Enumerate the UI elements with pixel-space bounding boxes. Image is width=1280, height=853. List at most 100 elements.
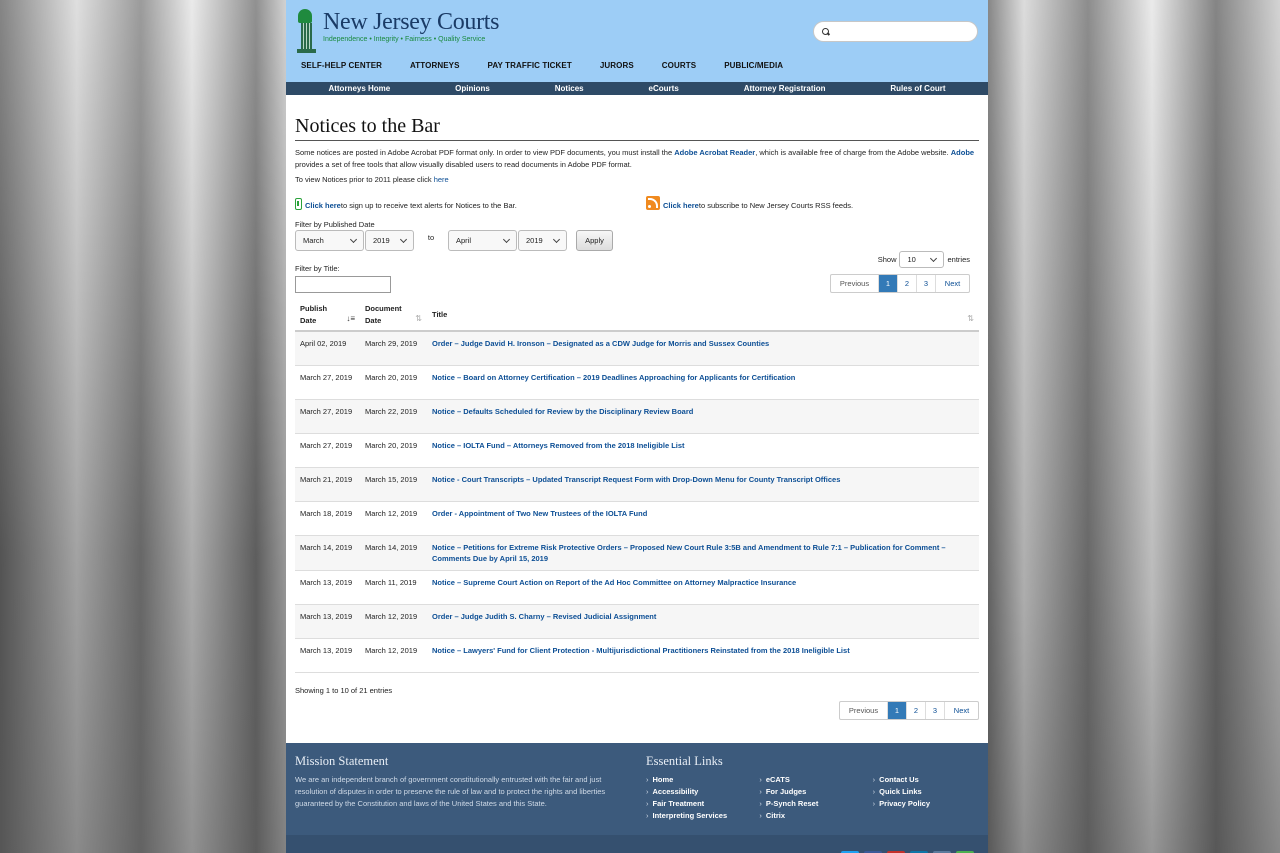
column-publish-date[interactable]: Publish Date ↓≡ (295, 299, 360, 332)
next-page-button[interactable]: Next (945, 702, 978, 719)
page-3-button[interactable]: 3 (917, 275, 936, 292)
chevron-down-icon (930, 254, 938, 262)
rss-link[interactable]: Click here (663, 201, 699, 210)
from-year-select[interactable]: 2019 (365, 230, 414, 251)
footer-link-accessibility[interactable]: Accessibility (646, 786, 759, 798)
footer-link-for-judges[interactable]: For Judges (759, 786, 872, 798)
table-row: March 13, 2019 March 11, 2019 Notice – S… (295, 570, 979, 605)
nav-jurors[interactable]: JURORS (600, 61, 634, 70)
document-date-cell: March 12, 2019 (360, 604, 427, 639)
publish-date-cell: March 18, 2019 (295, 501, 360, 536)
background-pillars-right (988, 0, 1280, 853)
notice-title-link[interactable]: Notice – Board on Attorney Certification… (432, 373, 795, 382)
entries-per-page-select[interactable]: 10 (899, 251, 945, 268)
notice-title-link[interactable]: Order - Appointment of Two New Trustees … (432, 509, 647, 518)
publish-date-cell: April 02, 2019 (295, 331, 360, 366)
nav-courts[interactable]: COURTS (662, 61, 696, 70)
footer-bottom-bar (286, 835, 988, 853)
to-label: to (427, 233, 435, 242)
footer-link-home[interactable]: Home (646, 774, 759, 786)
notice-title-link[interactable]: Notice - Court Transcripts – Updated Tra… (432, 475, 840, 484)
publish-date-cell: March 27, 2019 (295, 365, 360, 400)
from-year-value: 2019 (373, 236, 390, 245)
entries-label: entries (947, 255, 970, 264)
footer-link-fair-treatment[interactable]: Fair Treatment (646, 798, 759, 810)
notice-title-link[interactable]: Notice – Lawyers' Fund for Client Protec… (432, 646, 850, 655)
nav-self-help-center[interactable]: SELF-HELP CENTER (301, 61, 382, 70)
search-icon[interactable] (822, 27, 830, 36)
column-document-date[interactable]: Document Date ⇅ (360, 299, 427, 332)
sort-descending-icon: ↓≡ (346, 314, 355, 323)
subnav-opinions[interactable]: Opinions (455, 84, 490, 93)
notice-title-link[interactable]: Order – Judge David H. Ironson – Designa… (432, 339, 769, 348)
text-alerts-link[interactable]: Click here (305, 201, 341, 210)
to-month-select[interactable]: April (448, 230, 517, 251)
chevron-down-icon (349, 235, 358, 243)
document-date-cell: March 12, 2019 (360, 501, 427, 536)
previous-page-button[interactable]: Previous (831, 275, 879, 292)
page-2-button[interactable]: 2 (907, 701, 926, 719)
essential-links: Essential Links Home Accessibility Fair … (646, 754, 986, 822)
intro-text-3: provides a set of free tools that allow … (295, 160, 632, 169)
from-month-select[interactable]: March (295, 230, 364, 251)
adobe-reader-link[interactable]: Adobe Acrobat Reader (674, 148, 755, 157)
table-row: March 18, 2019 March 12, 2019 Order - Ap… (295, 501, 979, 536)
filter-title-input[interactable] (295, 276, 391, 293)
subnav-attorneys-home[interactable]: Attorneys Home (328, 84, 390, 93)
table-row: March 27, 2019 March 20, 2019 Notice – B… (295, 365, 979, 400)
document-date-cell: March 11, 2019 (360, 570, 427, 605)
prior-notices-link[interactable]: here (434, 175, 449, 184)
page-3-button[interactable]: 3 (926, 701, 945, 719)
footer-link-interpreting-services[interactable]: Interpreting Services (646, 810, 759, 822)
notice-title-link[interactable]: Notice – IOLTA Fund – Attorneys Removed … (432, 441, 685, 450)
text-alerts-text: to sign up to receive text alerts for No… (340, 201, 517, 210)
subnav-attorney-registration[interactable]: Attorney Registration (744, 84, 826, 93)
subscription-links: Click here to sign up to receive text al… (295, 194, 979, 210)
search-box[interactable] (813, 21, 978, 42)
footer-link-quick-links[interactable]: Quick Links (873, 786, 986, 798)
title-header: Title (432, 310, 448, 319)
subnav-notices[interactable]: Notices (555, 84, 584, 93)
page-1-button[interactable]: 1 (879, 275, 898, 292)
subnav-ecourts[interactable]: eCourts (649, 84, 679, 93)
nav-pay-traffic-ticket[interactable]: PAY TRAFFIC TICKET (488, 61, 572, 70)
footer-link-citrix[interactable]: Citrix (759, 810, 872, 822)
rss-icon[interactable] (646, 196, 660, 210)
notices-table: Publish Date ↓≡ Document Date ⇅ Title ⇅ … (295, 299, 979, 673)
table-tools: Filter by Title: Show 10 entries Previou… (295, 251, 979, 299)
site-logo[interactable]: New Jersey Courts Independence • Integri… (295, 9, 500, 53)
sort-icon: ⇅ (415, 314, 422, 323)
apply-button[interactable]: Apply (576, 230, 613, 251)
table-row: March 13, 2019 March 12, 2019 Order – Ju… (295, 604, 979, 639)
intro-text-2: , which is available free of charge from… (755, 148, 951, 157)
footer-link-contact-us[interactable]: Contact Us (873, 774, 986, 786)
footer-link-ecats[interactable]: eCATS (759, 774, 872, 786)
notice-title-link[interactable]: Notice – Defaults Scheduled for Review b… (432, 407, 693, 416)
main-nav: SELF-HELP CENTER ATTORNEYS PAY TRAFFIC T… (301, 61, 811, 70)
previous-page-button[interactable]: Previous (840, 701, 888, 719)
publish-date-cell: March 13, 2019 (295, 570, 360, 605)
footer-link-psynch-reset[interactable]: P-Synch Reset (759, 798, 872, 810)
publish-date-cell: March 27, 2019 (295, 433, 360, 468)
page-1-button[interactable]: 1 (888, 701, 907, 719)
footer-link-privacy-policy[interactable]: Privacy Policy (873, 798, 986, 810)
nav-public-media[interactable]: PUBLIC/MEDIA (724, 61, 783, 70)
table-row: March 27, 2019 March 22, 2019 Notice – D… (295, 399, 979, 434)
page-container: New Jersey Courts Independence • Integri… (286, 0, 988, 853)
adobe-link[interactable]: Adobe (951, 148, 974, 157)
attorneys-subnav: Attorneys Home Opinions Notices eCourts … (286, 82, 988, 95)
to-year-select[interactable]: 2019 (518, 230, 567, 251)
nav-attorneys[interactable]: ATTORNEYS (410, 61, 460, 70)
search-input[interactable] (835, 27, 975, 36)
publish-date-cell: March 14, 2019 (295, 535, 360, 571)
notice-title-link[interactable]: Notice – Supreme Court Action on Report … (432, 578, 796, 587)
document-date-cell: March 22, 2019 (360, 399, 427, 434)
pdf-info-text: Some notices are posted in Adobe Acrobat… (295, 147, 979, 171)
notice-title-link[interactable]: Notice – Petitions for Extreme Risk Prot… (432, 543, 946, 564)
next-page-button[interactable]: Next (936, 275, 969, 292)
notice-title-link[interactable]: Order – Judge Judith S. Charny – Revised… (432, 612, 656, 621)
column-title[interactable]: Title ⇅ (427, 299, 979, 332)
page-2-button[interactable]: 2 (898, 275, 917, 292)
subnav-rules-of-court[interactable]: Rules of Court (890, 84, 945, 93)
publish-date-cell: March 27, 2019 (295, 399, 360, 434)
